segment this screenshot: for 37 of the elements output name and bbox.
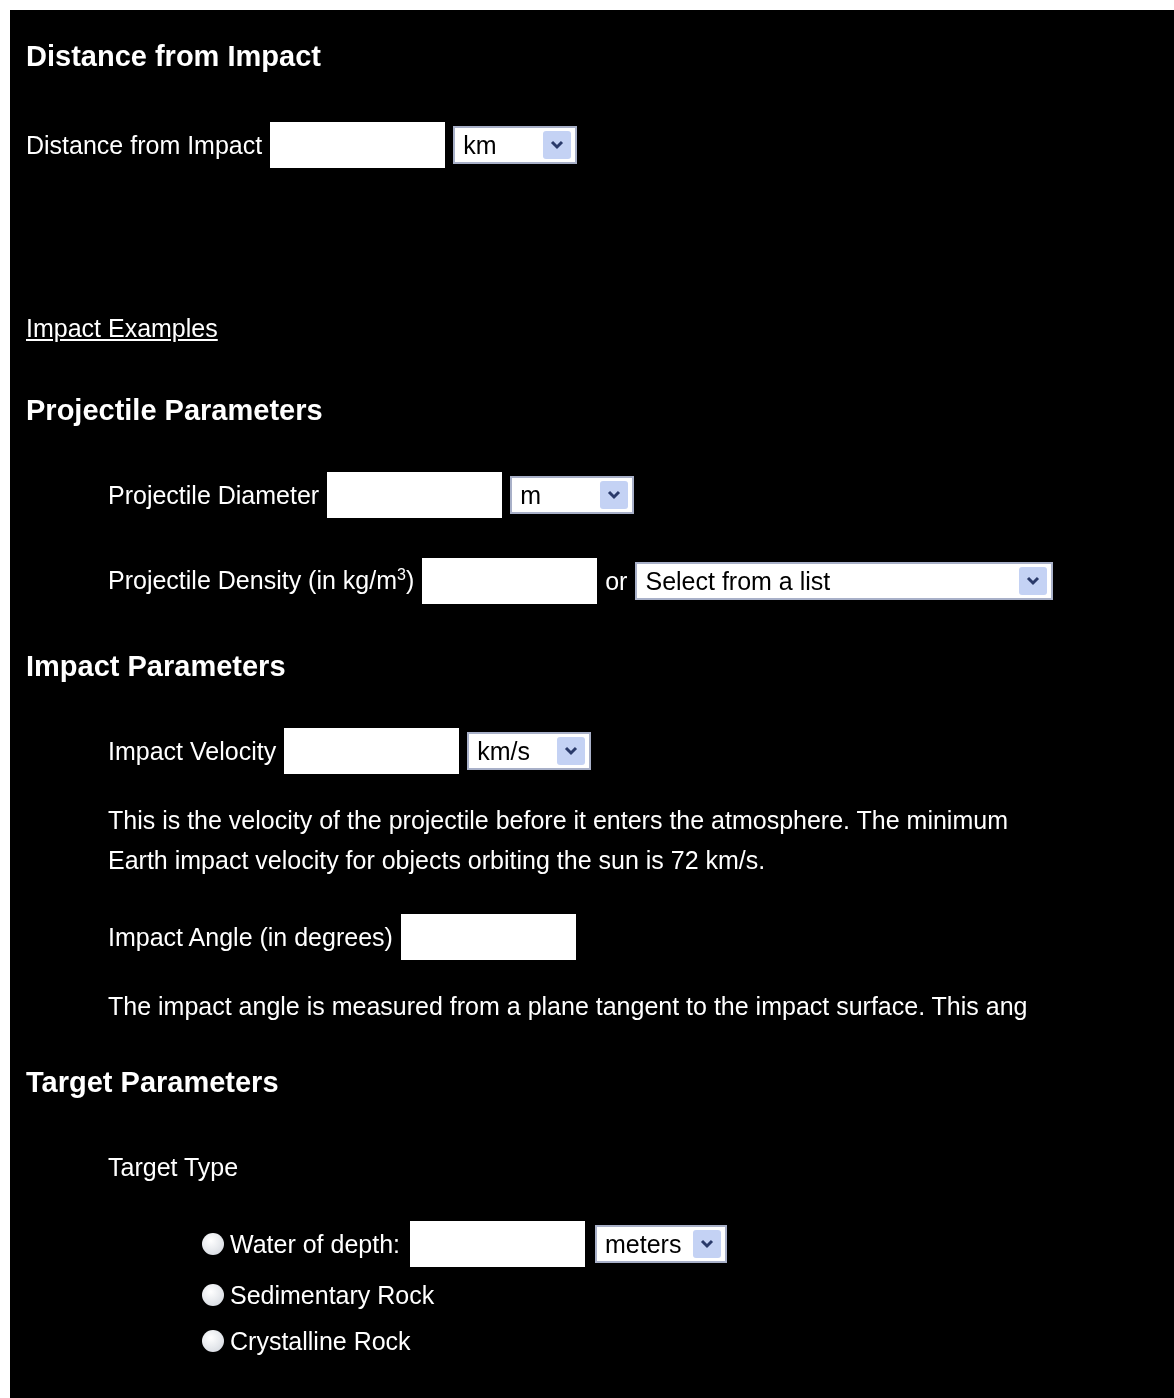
radio-button[interactable] [202, 1233, 224, 1255]
chevron-down-icon [557, 737, 586, 765]
input-field[interactable] [422, 558, 598, 604]
field-label: Projectile Diameter [108, 480, 320, 510]
description-text: This is the velocity of the projectile before it enters the atmosphere. The minimum [108, 805, 1009, 836]
connector-text: or [605, 566, 628, 596]
section-heading: Projectile Parameters [26, 392, 324, 428]
radio-button[interactable] [202, 1284, 224, 1306]
radio-label: Crystalline Rock [230, 1326, 411, 1356]
radio-label: Water of depth: [230, 1229, 400, 1259]
chevron-down-icon [600, 481, 629, 509]
section-heading: Target Parameters [26, 1064, 280, 1100]
examples-link[interactable]: Impact Examples [26, 313, 218, 343]
chevron-down-icon [1019, 567, 1048, 595]
dropdown[interactable]: km/s [467, 732, 592, 770]
input-field[interactable] [270, 122, 446, 168]
description-text: Earth impact velocity for objects orbiting the sun is 72 km/s. [108, 845, 767, 876]
radio-label: Sedimentary Rock [230, 1280, 435, 1310]
dropdown[interactable]: Select from a list [635, 562, 1054, 600]
input-field[interactable] [284, 728, 460, 774]
chevron-down-icon [693, 1230, 722, 1258]
description-text: The impact angle is measured from a plane tangent to the impact surface. This ang [108, 991, 1029, 1022]
input-field[interactable] [400, 914, 576, 960]
dropdown[interactable]: km [453, 126, 578, 164]
field-label: Impact Angle (in degrees) [108, 922, 393, 952]
section-heading: Impact Parameters [26, 648, 287, 684]
section-heading: Distance from Impact [26, 38, 322, 74]
radio-button[interactable] [202, 1330, 224, 1352]
chevron-down-icon [543, 131, 572, 159]
input-field[interactable] [410, 1221, 585, 1267]
field-label: Projectile Density (in kg/m$^{3}$) [108, 566, 415, 596]
field-label: Impact Velocity [108, 736, 277, 766]
field-label: Distance from Impact [26, 130, 263, 160]
input-field[interactable] [327, 472, 503, 518]
dropdown[interactable]: meters [595, 1225, 728, 1263]
field-label: Target Type [108, 1152, 239, 1182]
dropdown[interactable]: m [510, 476, 635, 514]
